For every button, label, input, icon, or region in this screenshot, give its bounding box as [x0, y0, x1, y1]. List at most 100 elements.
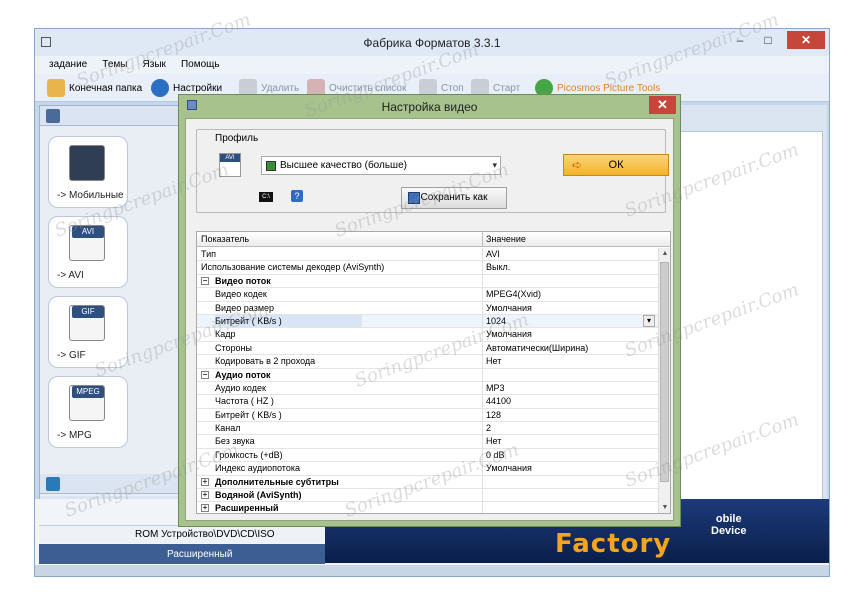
grid-scrollbar[interactable]: ▲ ▼: [658, 248, 670, 513]
tab-video[interactable]: [40, 106, 180, 126]
grid-row[interactable]: Кодировать в 2 прохода Нет: [197, 355, 659, 369]
grid-cell-value[interactable]: MP3: [486, 382, 505, 394]
output-folder-button[interactable]: Конечная папка: [47, 78, 142, 98]
grid-row[interactable]: Индекс аудиопотока Умолчания: [197, 462, 659, 476]
grid-cell-name: Кодировать в 2 прохода: [215, 356, 316, 367]
grid-group-row[interactable]: + Водяной (AviSynth): [197, 489, 659, 503]
tab-audio[interactable]: [40, 474, 180, 494]
scroll-thumb[interactable]: [660, 262, 669, 482]
profile-select[interactable]: Высшее качество (больше) ▾: [261, 156, 501, 175]
category-avi[interactable]: AVI -> AVI: [48, 216, 128, 288]
maximize-button[interactable]: □: [757, 31, 779, 49]
tab-advanced[interactable]: Расширенный: [39, 544, 325, 564]
dialog-title-bar: Настройка видео ✕: [179, 95, 680, 117]
category-mpg[interactable]: MPEG -> MPG: [48, 376, 128, 448]
grid-row[interactable]: Канал 2: [197, 422, 659, 436]
scroll-down-icon[interactable]: ▼: [659, 502, 670, 513]
grid-cell-value[interactable]: Умолчания: [486, 328, 532, 340]
grid-cell-value[interactable]: Выкл.: [486, 261, 510, 273]
grid-cell-name: Стороны: [215, 342, 252, 353]
save-as-button[interactable]: Сохранить как: [401, 187, 507, 209]
grid-header: Показатель Значение: [197, 232, 670, 247]
grid-cell-value[interactable]: 128: [486, 409, 501, 421]
expand-icon[interactable]: +: [201, 477, 209, 486]
dialog-close-button[interactable]: ✕: [649, 96, 676, 114]
grid-cell-value[interactable]: MPEG4(Xvid): [486, 288, 541, 300]
grid-row[interactable]: Стороны Автоматически(Ширина): [197, 341, 659, 356]
grid-cell-value[interactable]: Автоматически(Ширина): [486, 342, 588, 354]
column-header-value[interactable]: Значение: [486, 234, 526, 244]
grid-row[interactable]: Частота ( HZ ) 44100: [197, 395, 659, 409]
grid-group-row[interactable]: − Аудио поток: [197, 368, 659, 382]
grid-row[interactable]: Тип AVI: [197, 248, 659, 262]
grid-row[interactable]: Аудио кодек MP3: [197, 381, 659, 396]
grid-row[interactable]: Кадр Умолчания: [197, 328, 659, 342]
device-logo-text: obile Device: [711, 513, 747, 537]
grid-cell-name: Водяной (AviSynth): [215, 490, 302, 501]
window-title: Фабрика Форматов 3.3.1: [363, 36, 501, 50]
collapse-icon[interactable]: −: [201, 370, 209, 379]
minimize-button[interactable]: –: [729, 31, 751, 49]
value-dropdown-icon[interactable]: ▾: [643, 314, 655, 327]
grid-cell-value[interactable]: 0 dB: [486, 449, 505, 461]
grid-cell-name: Канал: [215, 423, 241, 434]
category-gif[interactable]: GIF -> GIF: [48, 296, 128, 368]
scroll-up-icon[interactable]: ▲: [659, 248, 670, 260]
collapse-icon[interactable]: −: [201, 276, 209, 285]
arrow-right-icon: ➪: [571, 158, 583, 172]
video-tab-icon: [46, 109, 60, 123]
menu-item-task[interactable]: задание: [49, 56, 87, 74]
grid-cell-name: Без звука: [215, 436, 255, 447]
grid-cell-name: Видео поток: [215, 275, 271, 286]
expand-icon[interactable]: +: [201, 504, 209, 513]
grid-cell-name: Видео кодек: [215, 289, 267, 300]
music-note-icon: [46, 477, 60, 491]
grid-row[interactable]: Битрейт ( KB/s ) 1024 ▾: [197, 314, 659, 329]
grid-cell-value[interactable]: Нет: [486, 435, 501, 447]
dialog-title: Настройка видео: [381, 100, 478, 114]
grid-row[interactable]: Использование системы декодер (AviSynth)…: [197, 261, 659, 275]
category-mobile[interactable]: -> Мобильные: [48, 136, 128, 208]
help-icon[interactable]: ?: [291, 190, 303, 202]
grid-cell-value[interactable]: 44100: [486, 395, 511, 407]
settings-grid[interactable]: Показатель Значение Тип AVI Использование …: [196, 231, 671, 514]
grid-row[interactable]: Без звука Нет: [197, 435, 659, 449]
folder-icon: [47, 79, 65, 97]
menu-item-themes[interactable]: Темы: [102, 56, 127, 74]
grid-cell-name: Частота ( HZ ): [215, 396, 274, 407]
tab-rom-device[interactable]: ROM Устройство\DVD\CD\ISO: [39, 525, 325, 543]
profile-group: Профиль AVI Высшее качество (больше) ▾ ➪…: [196, 129, 669, 213]
grid-cell-name: Тип: [201, 249, 217, 259]
grid-cell-value[interactable]: Умолчания: [486, 462, 532, 474]
grid-cell-name: Видео размер: [215, 302, 275, 313]
grid-rows: Тип AVI Использование системы декодер (Avi…: [197, 248, 659, 513]
profile-legend: Профиль: [213, 133, 261, 144]
grid-cell-name: Битрейт ( KB/s ): [215, 409, 282, 420]
grid-cell-value[interactable]: 2: [486, 422, 491, 434]
grid-cell-name: Кадр: [215, 329, 236, 340]
status-bar: [35, 565, 829, 576]
grid-row[interactable]: Громкость (+dB) 0 dB: [197, 448, 659, 463]
dialog-body: Профиль AVI Высшее качество (больше) ▾ ➪…: [185, 118, 674, 521]
close-button[interactable]: ✕: [787, 31, 825, 49]
menu-item-language[interactable]: Язык: [143, 56, 166, 74]
grid-cell-value[interactable]: AVI: [486, 248, 500, 260]
grid-row[interactable]: Видео кодек MPEG4(Xvid): [197, 288, 659, 302]
grid-cell-value[interactable]: Умолчания: [486, 302, 532, 314]
column-header-param[interactable]: Показатель: [201, 234, 249, 244]
video-settings-dialog: Настройка видео ✕ Профиль AVI Высшее кач…: [178, 94, 681, 527]
grid-row[interactable]: Битрейт ( KB/s ) 128: [197, 408, 659, 423]
quality-icon: [266, 161, 276, 171]
expand-icon[interactable]: +: [201, 491, 209, 500]
grid-group-row[interactable]: + Дополнительные субтитры: [197, 475, 659, 490]
grid-group-row[interactable]: − Видео поток: [197, 274, 659, 289]
grid-group-row[interactable]: + Расширенный: [197, 502, 659, 513]
grid-row[interactable]: Видео размер Умолчания: [197, 301, 659, 315]
ok-button[interactable]: ➪ ОК: [563, 154, 669, 176]
title-bar: Фабрика Форматов 3.3.1 – □ ✕: [35, 29, 829, 56]
menu-item-help[interactable]: Помощь: [181, 56, 220, 74]
grid-cell-value[interactable]: Нет: [486, 355, 501, 367]
floppy-disk-icon: [408, 192, 420, 204]
grid-cell-value[interactable]: 1024: [486, 315, 506, 327]
command-line-icon[interactable]: C:\: [259, 192, 273, 202]
